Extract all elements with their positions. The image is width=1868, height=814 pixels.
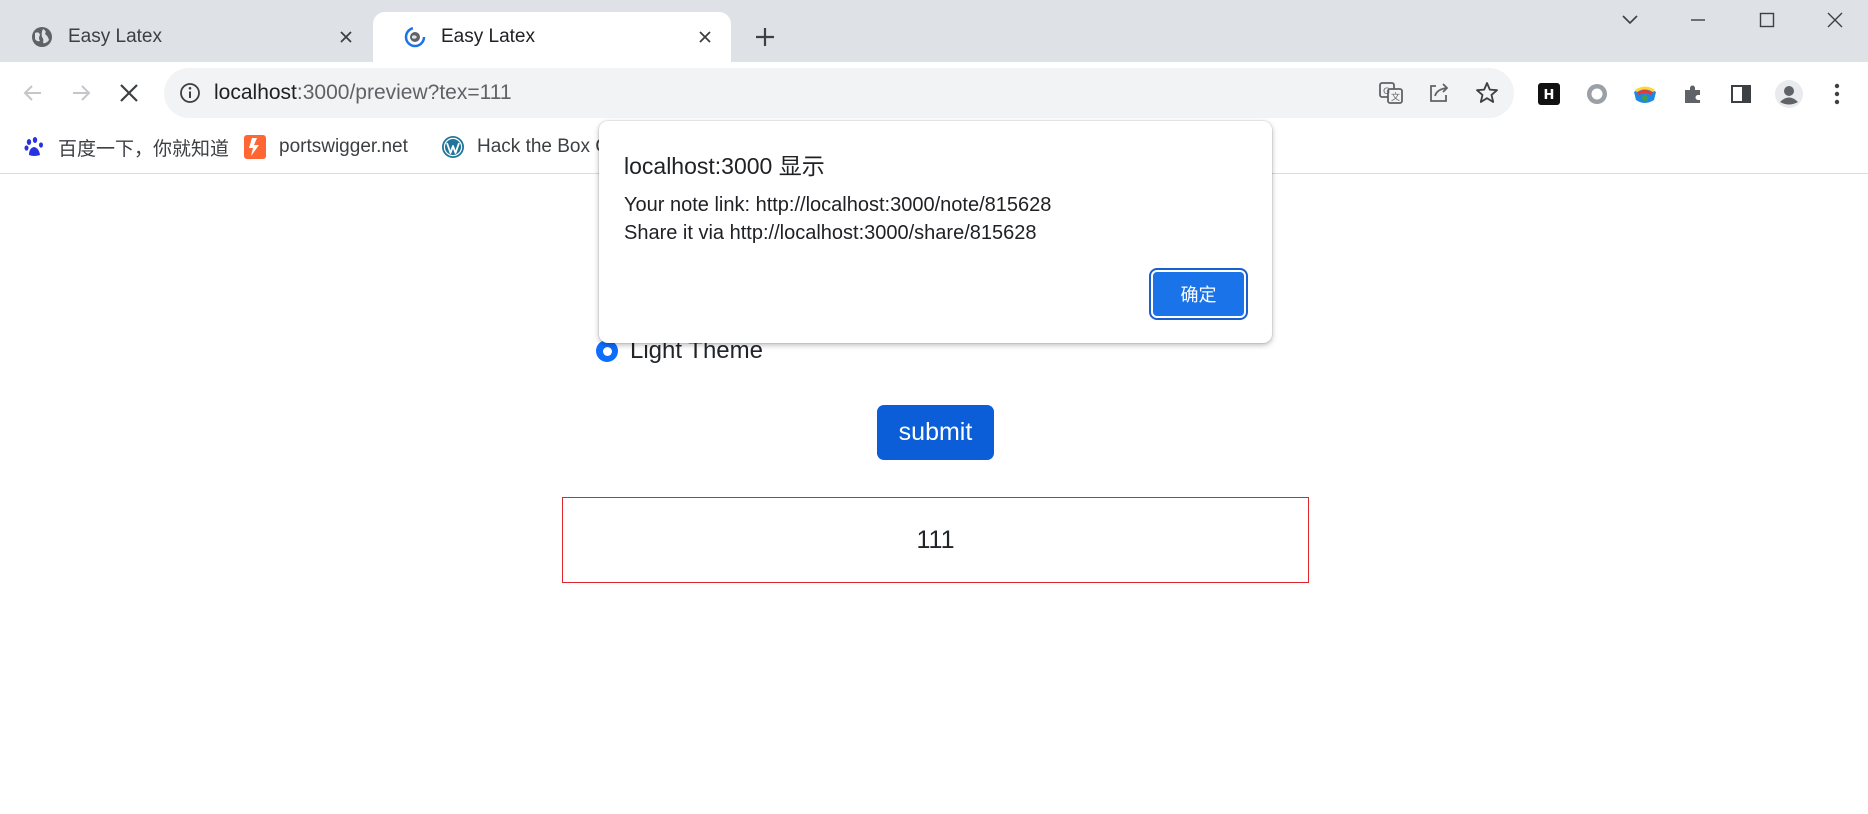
dialog-message-line-share: Share it via http://localhost:3000/share… [624,222,1037,244]
browser-toolbar: localhost:3000/preview?tex=111 G 文 H [0,62,1868,125]
share-button[interactable] [1426,80,1452,106]
stop-x-icon [120,84,138,102]
back-button[interactable] [14,74,52,112]
dialog-message: Your note link: http://localhost:3000/no… [624,191,1051,247]
h-badge-icon: H [1538,83,1560,105]
radio-dot [602,346,612,356]
latex-preview-text: 111 [916,525,955,554]
dialog-title: localhost:3000 显示 [624,153,825,179]
bookmark-baidu[interactable]: 百度一下，你就知道 [22,125,229,169]
arrow-left-icon [23,85,41,101]
alert-dialog: localhost:3000 显示 Your note link: http:/… [599,121,1272,343]
arrow-right-icon [73,85,91,101]
side-panel-button[interactable] [1723,76,1759,112]
tab-title: Easy Latex [68,26,162,47]
share-icon [1430,83,1449,102]
close-icon[interactable] [693,25,717,49]
stop-loading-button[interactable] [110,74,148,112]
rainbow-bowl-icon [1634,86,1656,103]
close-window-button[interactable] [1800,0,1868,40]
submit-button[interactable]: submit [877,405,994,460]
plus-icon [756,28,774,46]
close-icon [1827,12,1843,28]
bookmark-star-button[interactable] [1474,80,1500,106]
side-panel-icon [1731,85,1751,103]
puzzle-icon [1685,85,1700,103]
bookmark-label: 百度一下，你就知道 [58,138,230,160]
svg-text:文: 文 [1391,91,1400,103]
url-path: :3000/preview?tex=111 [296,81,512,104]
colorful-extension[interactable] [1627,76,1663,112]
url-host: localhost [214,81,297,104]
minimize-button[interactable] [1663,0,1733,40]
avatar-icon [1775,80,1803,108]
bookmark-hackthebox[interactable]: Hack the Box C [441,125,609,169]
close-icon[interactable] [334,25,358,49]
bookmark-label: Hack the Box C [477,136,609,157]
circle-extension[interactable] [1579,76,1615,112]
new-tab-button[interactable] [748,20,782,54]
kebab-menu-icon [1834,83,1840,105]
latex-preview-box: 111 [562,497,1309,583]
loading-spinner-icon [404,26,426,48]
hackbar-extension[interactable]: H [1531,76,1567,112]
profile-button[interactable] [1771,76,1807,112]
light-theme-radio[interactable] [596,340,618,362]
tab-search-button[interactable] [1595,0,1665,40]
ring-icon [1587,84,1607,104]
tab-easy-latex-1[interactable]: Easy Latex [0,12,372,62]
minimize-icon [1691,19,1705,21]
address-bar[interactable]: localhost:3000/preview?tex=111 G 文 [164,68,1514,118]
globe-icon [32,27,52,47]
bookmark-portswigger[interactable]: portswigger.net [243,125,408,169]
svg-text:G: G [1383,87,1390,97]
translate-icon: G 文 [1379,82,1403,104]
bookmark-label: portswigger.net [279,136,408,157]
tab-title: Easy Latex [441,26,535,47]
maximize-icon [1759,12,1775,28]
baidu-paw-icon [22,135,46,159]
forward-button[interactable] [62,74,100,112]
menu-button[interactable] [1819,76,1855,112]
svg-text:H: H [1544,88,1555,103]
maximize-button[interactable] [1732,0,1802,40]
tab-strip: Easy Latex Easy Latex [0,0,1868,62]
tab-easy-latex-2[interactable]: Easy Latex [373,12,731,62]
ok-button[interactable]: 确定 [1149,268,1248,320]
dialog-message-line-note: Your note link: http://localhost:3000/no… [624,194,1052,216]
portswigger-bolt-icon [243,135,267,159]
star-icon [1476,82,1498,103]
chevron-down-icon [1622,15,1638,25]
wordpress-icon [441,135,465,159]
url-text[interactable]: localhost:3000/preview?tex=111 [214,68,512,118]
translate-button[interactable]: G 文 [1378,80,1404,106]
info-icon[interactable] [178,81,202,105]
extensions-button[interactable] [1675,76,1711,112]
